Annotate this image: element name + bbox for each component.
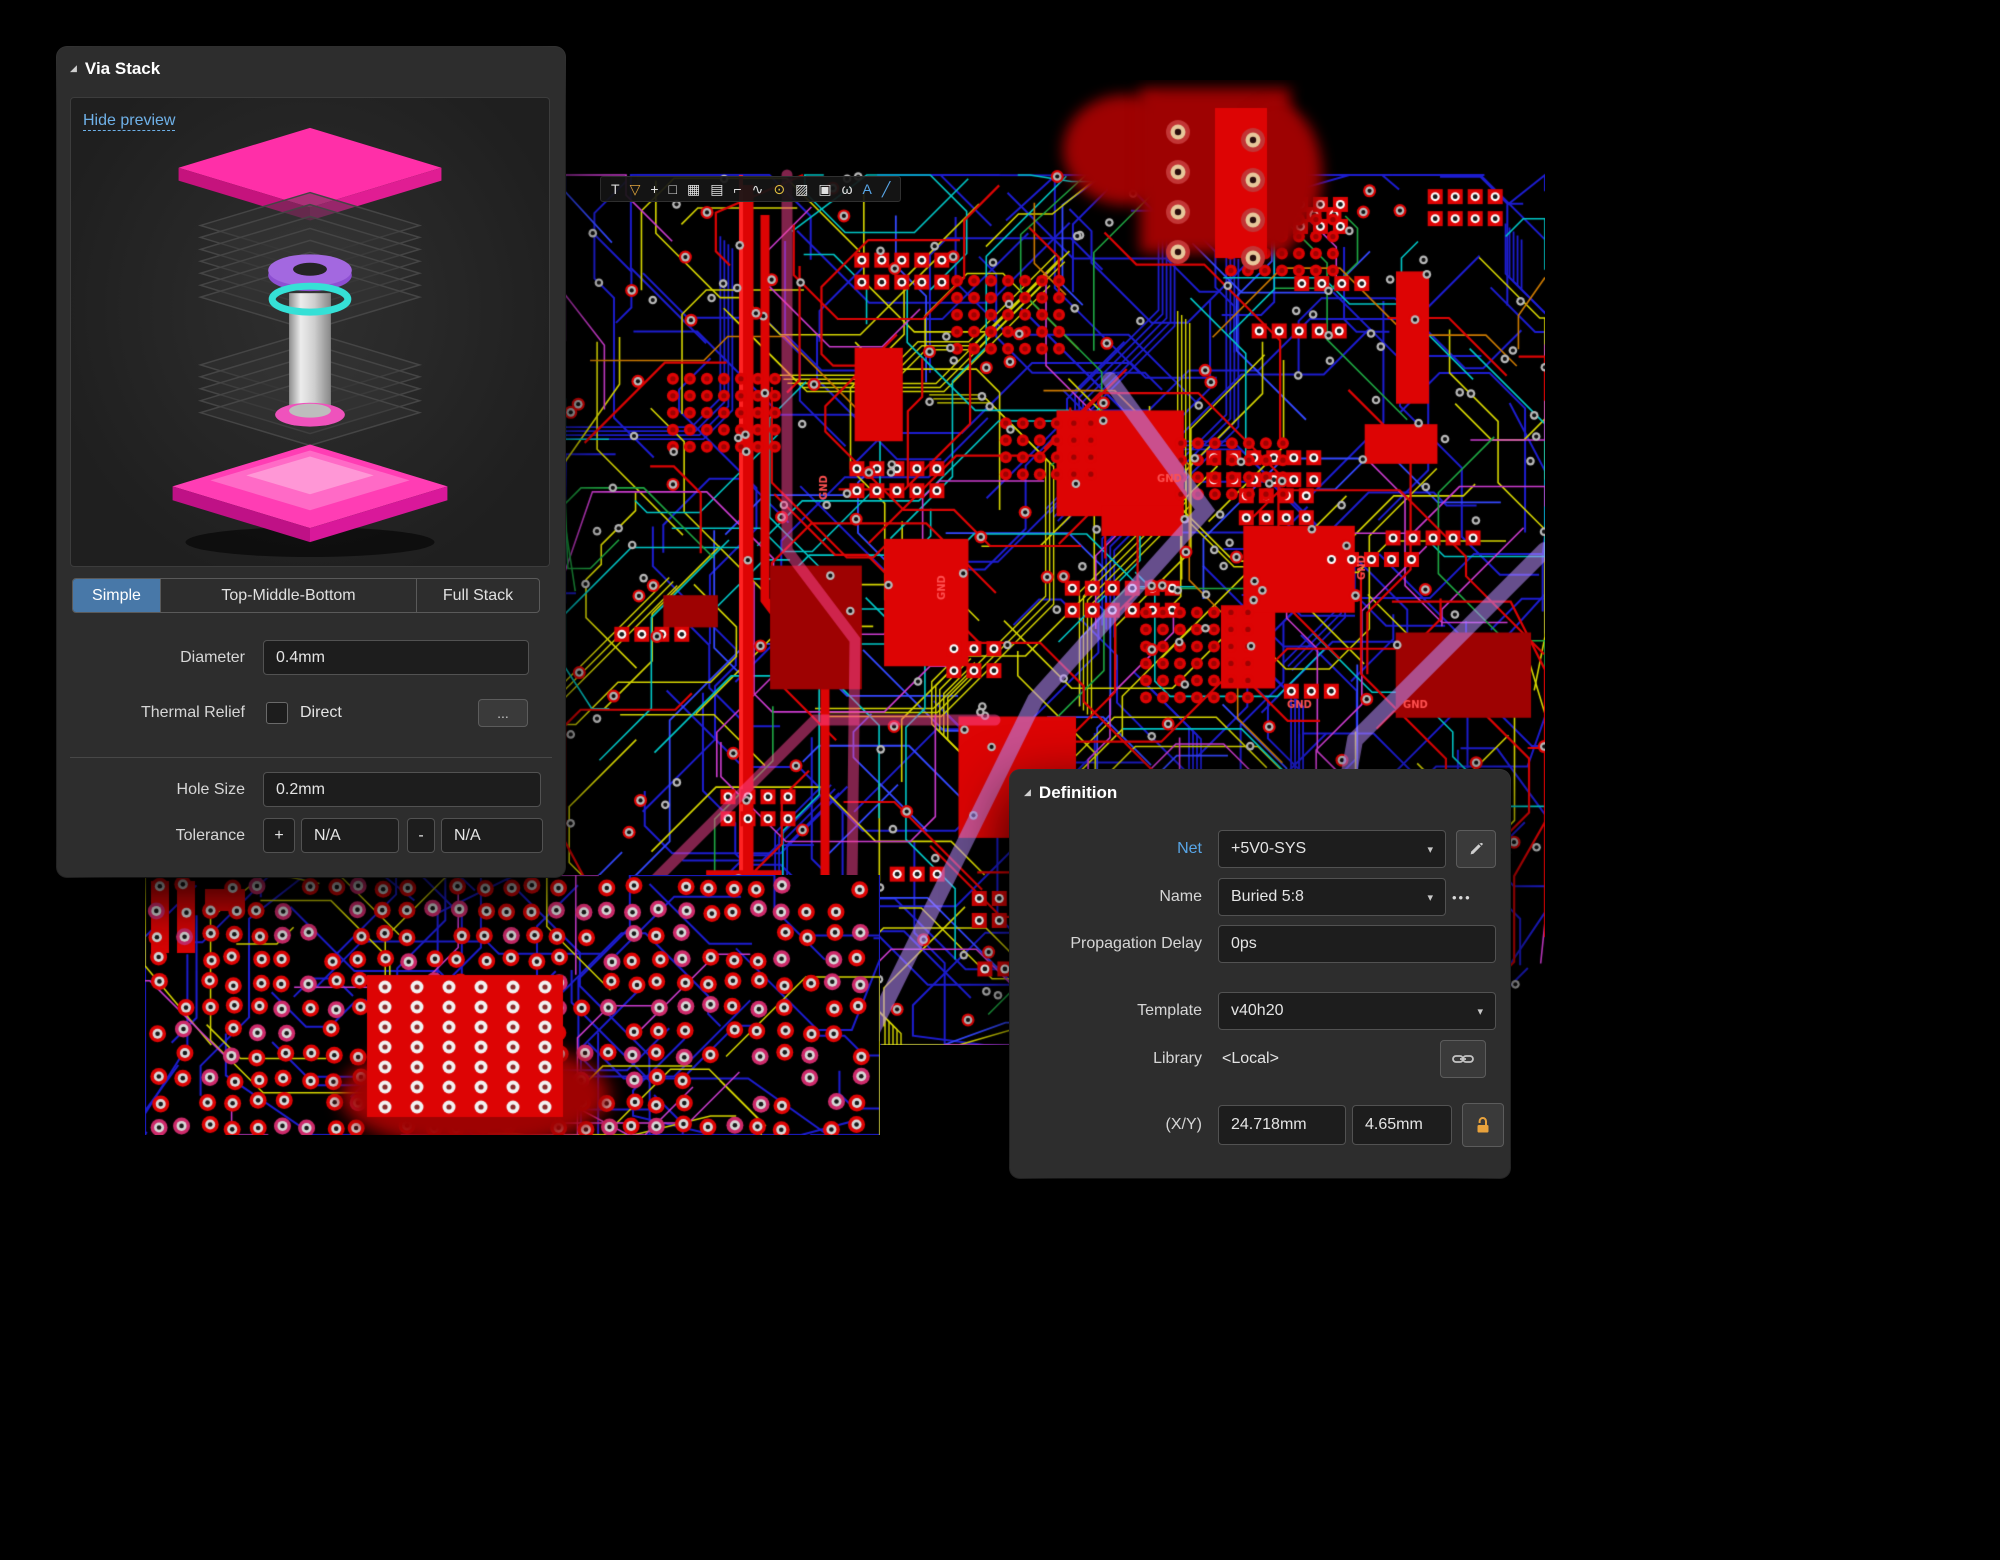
hole-size-input[interactable]: 0.2mm xyxy=(263,772,541,807)
library-label: Library xyxy=(1010,1040,1202,1078)
name-more-button[interactable]: ••• xyxy=(1452,878,1472,916)
thermal-relief-checkbox[interactable] xyxy=(266,702,288,724)
unlock-icon xyxy=(1473,1115,1493,1135)
select-tool-icon[interactable]: T xyxy=(611,182,620,196)
tolerance-minus-input[interactable]: N/A xyxy=(441,818,543,853)
propagation-delay-input[interactable]: 0ps xyxy=(1218,925,1496,963)
via-stack-title: Via Stack xyxy=(85,59,160,79)
net-label: Net xyxy=(1010,830,1202,868)
pencil-icon xyxy=(1468,841,1484,857)
polygon-pour-icon[interactable]: ▨ xyxy=(795,182,808,196)
collapse-icon[interactable]: ◢ xyxy=(70,63,77,74)
via-stack-header: ◢ Via Stack xyxy=(70,59,160,79)
bottom-layer-slab xyxy=(173,445,448,558)
composite-screenshot: { "icons": { "collapse_glyph": "◢", "car… xyxy=(0,0,2000,1560)
line-tool-icon[interactable]: ╱ xyxy=(882,182,890,196)
filter-icon[interactable]: ▽ xyxy=(630,182,641,196)
definition-title: Definition xyxy=(1039,783,1117,803)
thermal-relief-option-label: Direct xyxy=(300,698,420,728)
tolerance-plus-icon: + xyxy=(263,818,295,853)
image-icon[interactable]: ▣ xyxy=(818,182,831,196)
chevron-down-icon: ▾ xyxy=(1427,891,1433,904)
hide-preview-link[interactable]: Hide preview xyxy=(83,112,175,131)
chevron-down-icon: ▾ xyxy=(1477,1005,1483,1018)
y-coordinate-input[interactable]: 4.65mm xyxy=(1352,1105,1452,1145)
add-icon[interactable]: + xyxy=(650,182,658,196)
pin-icon[interactable]: ⊙ xyxy=(773,182,785,196)
thermal-relief-label: Thermal Relief xyxy=(57,698,245,728)
tab-top-middle-bottom[interactable]: Top-Middle-Bottom xyxy=(161,579,417,612)
via-3d-preview xyxy=(71,98,549,566)
via-stack-panel: ◢ Via Stack Hide preview xyxy=(57,47,565,877)
route-icon[interactable]: ⌐ xyxy=(733,182,741,196)
tab-full-stack[interactable]: Full Stack xyxy=(417,579,539,612)
net-value: +5V0-SYS xyxy=(1231,840,1306,858)
tolerance-label: Tolerance xyxy=(57,818,245,853)
section-divider xyxy=(70,757,552,758)
name-label: Name xyxy=(1010,878,1202,916)
selection-area-icon[interactable]: □ xyxy=(669,182,677,196)
thermal-relief-more-button[interactable]: ... xyxy=(478,699,528,727)
text-tool-icon[interactable]: A xyxy=(863,182,872,196)
diameter-label: Diameter xyxy=(57,640,245,675)
via-mode-tabs: Simple Top-Middle-Bottom Full Stack xyxy=(72,578,540,613)
name-value: Buried 5:8 xyxy=(1231,888,1304,906)
template-value: v40h20 xyxy=(1231,1002,1284,1020)
library-link-button[interactable] xyxy=(1440,1040,1486,1078)
net-dropdown[interactable]: +5V0-SYS ▾ xyxy=(1218,830,1446,868)
name-dropdown[interactable]: Buried 5:8 ▾ xyxy=(1218,878,1446,916)
diameter-input[interactable]: 0.4mm xyxy=(263,640,529,675)
tolerance-minus-icon: - xyxy=(407,818,435,853)
library-value: <Local> xyxy=(1222,1040,1279,1078)
histogram-icon[interactable]: ▦ xyxy=(687,182,700,196)
xy-label: (X/Y) xyxy=(1010,1105,1202,1145)
tab-simple[interactable]: Simple xyxy=(73,579,161,612)
hole-size-label: Hole Size xyxy=(57,772,245,807)
x-coordinate-input[interactable]: 24.718mm xyxy=(1218,1105,1346,1145)
pcb-toolbar: T ▽ + □ ▦ ▤ ⌐ ∿ ⊙ ▨ ▣ ω A ╱ xyxy=(600,176,901,202)
collapse-icon[interactable]: ◢ xyxy=(1024,787,1031,798)
definition-header: ◢ Definition xyxy=(1024,783,1117,803)
template-dropdown[interactable]: v40h20 ▾ xyxy=(1218,992,1496,1030)
tolerance-plus-input[interactable]: N/A xyxy=(301,818,399,853)
net-edit-button[interactable] xyxy=(1456,830,1496,868)
via-preview-box: Hide preview xyxy=(70,97,550,567)
definition-panel: ◢ Definition Net +5V0-SYS ▾ Name Buried … xyxy=(1010,770,1510,1178)
xy-lock-button[interactable] xyxy=(1462,1103,1504,1147)
omega-tool-icon[interactable]: ω xyxy=(842,182,853,196)
propagation-delay-label: Propagation Delay xyxy=(1010,925,1202,963)
pcb-bottom-canvas[interactable] xyxy=(145,875,880,1135)
layer-stack-icon[interactable]: ▤ xyxy=(710,182,723,196)
chevron-down-icon: ▾ xyxy=(1427,843,1433,856)
template-label: Template xyxy=(1010,992,1202,1030)
signal-wave-icon[interactable]: ∿ xyxy=(752,182,764,196)
link-icon xyxy=(1452,1053,1474,1065)
